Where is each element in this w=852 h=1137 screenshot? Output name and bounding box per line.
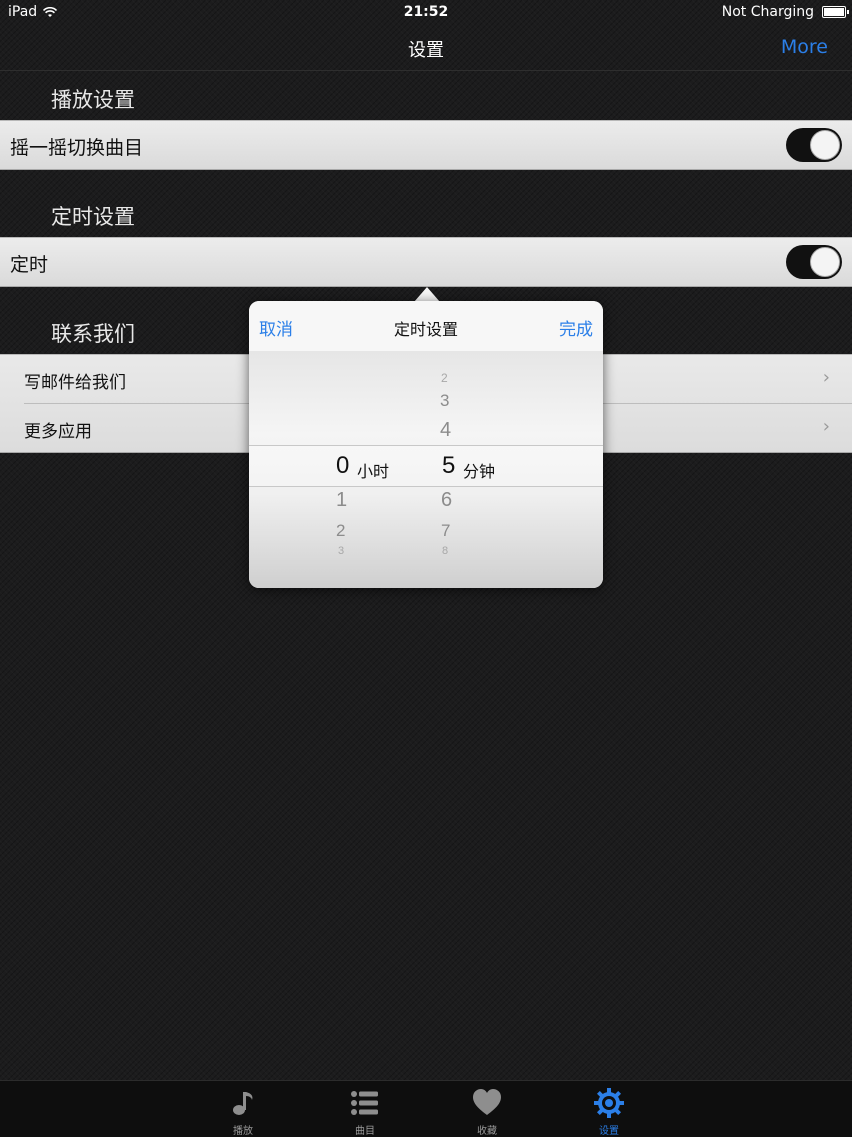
- popover-header: 取消 定时设置 完成: [249, 301, 603, 352]
- tab-play[interactable]: 播放: [203, 1081, 283, 1137]
- music-note-icon: [233, 1092, 253, 1115]
- email-us-label: 写邮件给我们: [24, 373, 126, 393]
- picker-selection-band: [249, 445, 603, 487]
- done-button[interactable]: 完成: [559, 315, 593, 340]
- hours-option[interactable]: 2: [336, 521, 345, 541]
- page-title: 设置: [408, 40, 444, 61]
- time-picker[interactable]: 1 2 3 0 小时 2 3 4 5 分钟 6 7 8: [249, 351, 603, 588]
- minutes-option[interactable]: 7: [441, 521, 450, 541]
- gear-icon: [594, 1088, 624, 1118]
- minutes-option[interactable]: 8: [442, 545, 448, 557]
- chevron-right-icon: ›: [822, 416, 830, 437]
- toggle-knob: [810, 130, 840, 160]
- timer-row: 定时: [0, 237, 852, 287]
- hours-unit-label: 小时: [357, 462, 390, 481]
- tab-bar: 播放 曲目 收藏 设置: [0, 1080, 852, 1137]
- more-button[interactable]: More: [781, 36, 828, 58]
- tab-label: 收藏: [477, 1126, 497, 1137]
- popover-arrow: [414, 287, 440, 302]
- heart-icon: [473, 1089, 501, 1115]
- shake-to-switch-label: 摇一摇切换曲目: [10, 137, 144, 159]
- minutes-option[interactable]: 4: [440, 419, 451, 442]
- tab-label: 曲目: [355, 1126, 375, 1137]
- tab-settings[interactable]: 设置: [569, 1081, 649, 1137]
- hours-option[interactable]: 3: [338, 545, 344, 557]
- section-header-timer: 定时设置: [51, 205, 135, 229]
- status-bar: iPad 21:52 Not Charging: [0, 0, 852, 24]
- timer-toggle[interactable]: [786, 245, 842, 279]
- hours-selected[interactable]: 0: [336, 452, 349, 480]
- shake-to-switch-row: 摇一摇切换曲目: [0, 120, 852, 170]
- tab-label: 设置: [599, 1126, 619, 1137]
- battery-status-text: Not Charging: [721, 4, 814, 20]
- chevron-right-icon: ›: [822, 367, 830, 388]
- list-icon: [351, 1091, 378, 1115]
- section-header-playback: 播放设置: [51, 88, 135, 112]
- timer-popover: 取消 定时设置 完成 1 2 3 0 小时 2 3 4 5 分钟 6 7 8: [249, 301, 603, 588]
- popover-title: 定时设置: [393, 320, 458, 339]
- tab-favorites[interactable]: 收藏: [447, 1081, 527, 1137]
- minutes-option[interactable]: 2: [441, 371, 448, 385]
- section-header-contact: 联系我们: [51, 322, 135, 346]
- more-apps-label: 更多应用: [24, 422, 92, 442]
- minutes-option[interactable]: 3: [440, 391, 449, 411]
- navigation-bar: 设置 More: [0, 24, 852, 71]
- hours-option[interactable]: 1: [336, 489, 347, 512]
- tab-tracks[interactable]: 曲目: [325, 1081, 405, 1137]
- minutes-option[interactable]: 6: [441, 489, 452, 512]
- tab-label: 播放: [233, 1126, 253, 1137]
- shake-to-switch-toggle[interactable]: [786, 128, 842, 162]
- timer-label: 定时: [10, 254, 49, 276]
- minutes-unit-label: 分钟: [463, 462, 496, 481]
- minutes-selected[interactable]: 5: [442, 452, 455, 480]
- battery-icon: [822, 6, 849, 18]
- toggle-knob: [810, 247, 840, 277]
